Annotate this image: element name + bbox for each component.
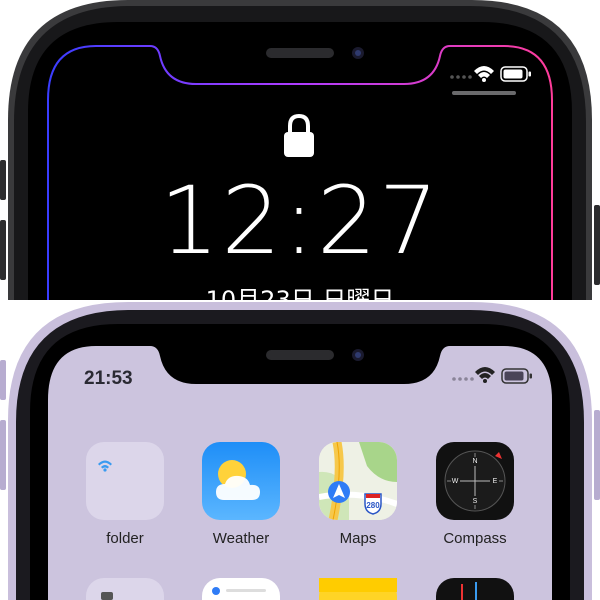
app-label: Maps [339,530,377,547]
svg-text:S: S [473,498,478,505]
stocks-icon [461,582,477,600]
maps-shield-number: 280 [366,501,380,510]
svg-text:W: W [452,478,459,485]
app-row2-folder[interactable] [86,578,164,600]
app-label: folder [106,530,144,547]
app-row2-reminders[interactable] [202,578,280,600]
speaker-grille [266,48,334,58]
app-folder[interactable]: folder [75,442,175,547]
app-label: Weather [212,530,270,547]
speaker-grille [266,350,334,360]
lock-screen-panel: 12:27 10月23日 日曜日 [0,0,600,300]
control-center-indicator[interactable] [452,91,516,95]
lock-screen-time: 12:27 [159,167,441,276]
app-row2-stocks[interactable] [436,578,514,600]
app-weather[interactable]: Weather [191,442,291,547]
svg-text:E: E [493,478,498,485]
maps-icon: 280 [319,442,397,520]
home-screen-panel: 21:53 folder Weather 280 Maps N S W E Co… [0,300,600,600]
camera-glyph-icon [101,592,113,600]
lock-screen-date: 10月23日 日曜日 [205,286,395,300]
svg-text:N: N [472,458,477,465]
app-compass[interactable]: N S W E Compass [425,442,525,547]
status-bar-time: 21:53 [84,368,133,389]
compass-icon: N S W E [436,442,514,520]
app-maps[interactable]: 280 Maps [308,442,408,547]
app-label: Compass [443,530,507,547]
weather-icon [202,442,280,520]
app-row2-notes[interactable] [319,578,397,600]
notes-icon [319,578,397,592]
folder-icon [86,442,164,520]
reminders-icon [212,587,266,595]
